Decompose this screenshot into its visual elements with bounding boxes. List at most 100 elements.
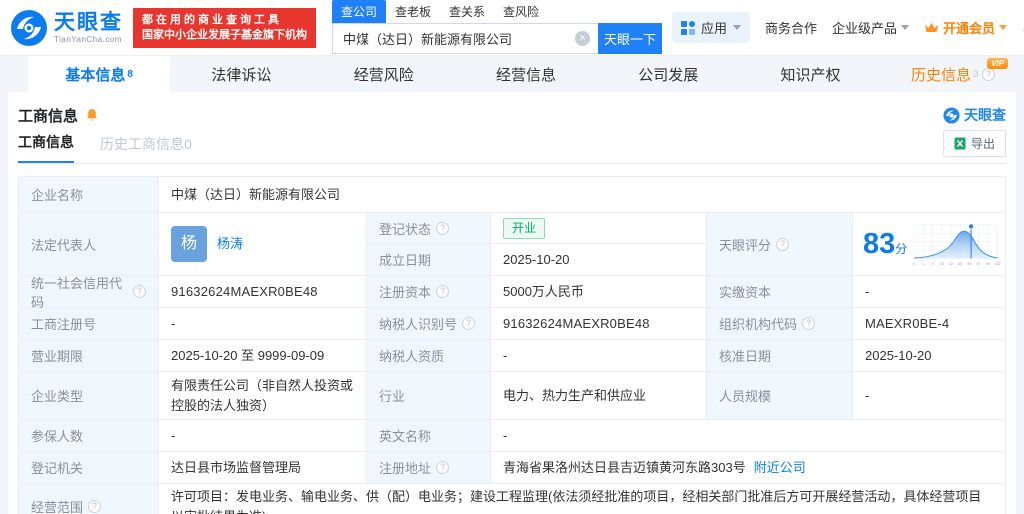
score-axis-tick: 100	[995, 262, 1001, 266]
search-button[interactable]: 天眼一下	[598, 22, 662, 54]
section-title: 工商信息	[18, 107, 79, 125]
tab-company-development[interactable]: 公司发展	[597, 56, 739, 92]
field-value-registration-number: -	[159, 308, 367, 340]
table-row: 参保人数 - 英文名称 -	[19, 420, 1005, 452]
score-number: 83	[863, 227, 896, 260]
help-icon[interactable]	[802, 317, 816, 330]
subtab-history-business-info[interactable]: 历史工商信息0	[100, 134, 192, 163]
address-text: 青海省果洛州达日县吉迈镇黄河东路303号	[503, 459, 746, 475]
brand-name: 天眼查	[54, 10, 123, 34]
table-row: 经营范围 许可项目：发电业务、输电业务、供（配）电业务；建设工程监理(依法须经批…	[19, 484, 1005, 514]
label-text: 英文名称	[379, 429, 432, 444]
field-value-registry-authority: 达日县市场监督管理局	[159, 452, 367, 484]
enterprise-label: 企业级产品	[832, 21, 898, 36]
field-value-company-name: 中煤（达日）新能源有限公司	[159, 177, 1005, 213]
tab-operating-risk[interactable]: 经营风险	[313, 56, 455, 92]
field-value-establish-date: 2025-10-20	[491, 244, 707, 276]
legal-rep-link[interactable]: 杨涛	[217, 234, 243, 254]
label-text: 纳税人资质	[379, 349, 445, 364]
promo-banner: 都在用的商业查询工具 国家中小企业发展子基金旗下机构	[133, 7, 316, 48]
field-value-tianyan-score: 83分 0 1 5 15 42 65 85 97 99 100	[853, 213, 1005, 276]
apps-grid-icon	[681, 20, 695, 35]
field-value-business-scope: 许可项目：发电业务、输电业务、供（配）电业务；建设工程监理(依法须经批准的项目，…	[159, 484, 1005, 514]
label-text: 天眼评分	[719, 237, 772, 253]
label-text: 企业类型	[31, 389, 84, 404]
help-icon[interactable]	[436, 285, 450, 298]
help-icon[interactable]	[462, 317, 476, 330]
field-label-registry-authority: 登记机关	[19, 452, 159, 484]
label-text: 统一社会信用代码	[31, 275, 123, 310]
score-axis-tick: 85	[968, 262, 972, 266]
label-text: 人员规模	[719, 389, 772, 404]
field-value-taxpayer-id: 91632624MAEXR0BE48	[491, 308, 707, 340]
export-button[interactable]: 导出	[942, 130, 1006, 157]
help-icon[interactable]	[776, 237, 790, 251]
monitor-bell-icon[interactable]	[85, 108, 99, 123]
crown-icon	[924, 22, 939, 34]
score-marker-pin	[968, 223, 975, 230]
table-row: 工商注册号 - 纳税人识别号 91632624MAEXR0BE48 组织机构代码…	[19, 308, 1005, 340]
menu-enterprise[interactable]: 企业级产品	[832, 18, 910, 37]
score-axis-tick: 5	[932, 262, 934, 266]
score-axis-tick: 15	[940, 262, 944, 266]
tab-label: 知识产权	[780, 66, 841, 84]
tab-label: 基本信息	[65, 66, 126, 84]
field-value-legal-representative: 杨 杨涛	[159, 213, 367, 276]
tab-basic-info[interactable]: 基本信息 8	[28, 56, 171, 92]
label-text: 企业名称	[31, 188, 84, 203]
tab-legal-lawsuits[interactable]: 法律诉讼	[170, 56, 312, 92]
help-icon[interactable]	[981, 67, 995, 81]
field-label-business-scope: 经营范围	[19, 484, 159, 514]
help-icon[interactable]	[436, 221, 450, 235]
nearby-companies-link[interactable]: 附近公司	[754, 458, 806, 478]
search-input[interactable]	[332, 22, 598, 54]
tab-history-info[interactable]: 历史信息 3 VIP	[882, 56, 1024, 92]
label-text: 经营范围	[31, 500, 84, 514]
field-value-uscc: 91632624MAEXR0BE48	[159, 276, 367, 308]
field-label-insured-count: 参保人数	[19, 420, 159, 452]
label-text: 注册地址	[379, 461, 432, 476]
tianyancha-logo[interactable]: 天眼查 TianYanCha.com	[10, 9, 123, 47]
label-text: 核准日期	[719, 349, 772, 364]
help-icon[interactable]	[133, 285, 146, 298]
field-label-registered-capital: 注册资本	[367, 276, 491, 308]
subtab-business-info[interactable]: 工商信息	[18, 132, 74, 163]
help-icon[interactable]	[436, 461, 450, 474]
menu-cooperation[interactable]: 商务合作	[765, 18, 817, 37]
field-label-taxpayer-quality: 纳税人资质	[367, 340, 491, 372]
company-nav-tabs: 基本信息 8 法律诉讼 经营风险 经营信息 公司发展 知识产权 历史信息 3 V…	[0, 56, 1024, 92]
label-text: 组织机构代码	[719, 317, 798, 332]
score-axis-tick: 0	[913, 262, 915, 266]
tab-intellectual-property[interactable]: 知识产权	[739, 56, 881, 92]
field-value-staff-size: -	[853, 372, 1005, 420]
chevron-down-icon	[901, 25, 910, 30]
promo-line2: 国家中小企业发展子基金旗下机构	[142, 28, 307, 41]
field-label-registration-number: 工商注册号	[19, 308, 159, 340]
watermark-logo-icon	[943, 106, 960, 124]
legal-rep-avatar: 杨	[171, 226, 207, 262]
excel-file-icon	[954, 137, 966, 150]
search-tab-risk[interactable]: 查风险	[494, 0, 548, 23]
label-text: 工商注册号	[31, 317, 97, 332]
tab-label: 经营风险	[353, 66, 414, 84]
field-label-uscc: 统一社会信用代码	[19, 275, 159, 310]
field-value-taxpayer-quality: -	[491, 340, 707, 372]
menu-open-vip[interactable]: 开通会员	[924, 18, 1008, 37]
tab-operating-info[interactable]: 经营信息	[455, 56, 597, 92]
search-tab-relation[interactable]: 查关系	[440, 0, 494, 23]
help-icon[interactable]	[88, 500, 102, 513]
tab-label: 经营信息	[495, 66, 556, 84]
header-menu: 应用 商务合作 企业级产品 开通会员 超级...	[672, 12, 1024, 43]
field-label-establish-date: 成立日期	[367, 244, 491, 276]
tianyancha-logo-icon	[10, 9, 48, 47]
apps-menu[interactable]: 应用	[672, 12, 751, 43]
search-tab-company[interactable]: 查公司	[332, 0, 387, 23]
search-tab-boss[interactable]: 查老板	[386, 0, 440, 23]
field-label-tianyan-score: 天眼评分	[707, 213, 853, 276]
field-value-industry: 电力、热力生产和供应业	[491, 372, 707, 420]
tab-label: 历史信息	[911, 66, 972, 84]
label-text: 参保人数	[31, 429, 84, 444]
clear-search-icon[interactable]	[575, 30, 590, 46]
score-axis-tick: 97	[977, 262, 981, 266]
promo-line1: 都在用的商业查询工具	[142, 13, 282, 26]
